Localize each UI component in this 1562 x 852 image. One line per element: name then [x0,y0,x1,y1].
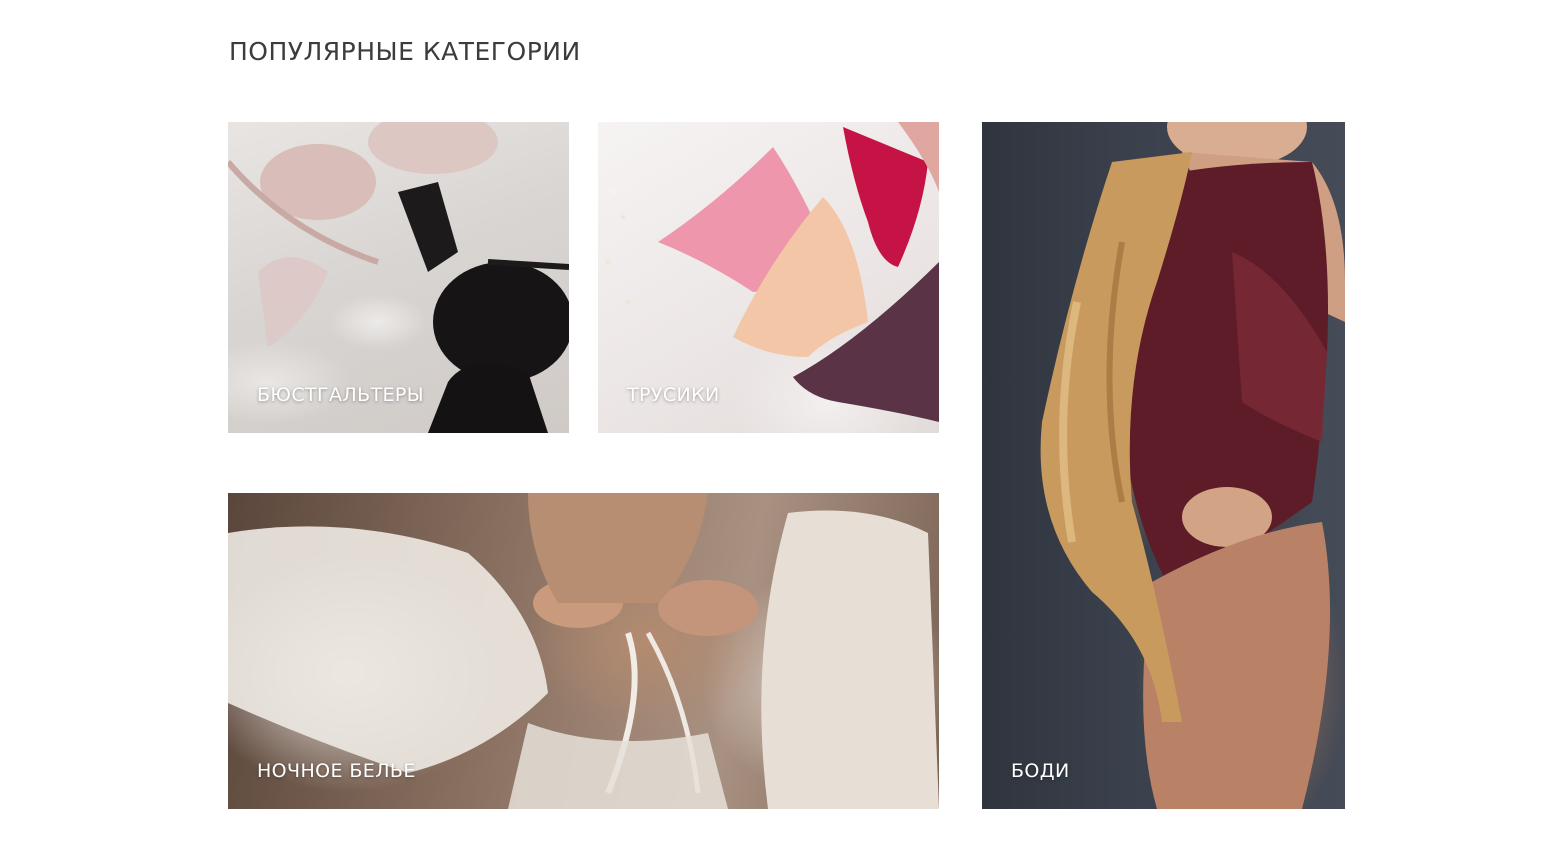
category-tile-bras[interactable]: БЮСТГАЛЬТЕРЫ [228,122,569,433]
category-label-bras: БЮСТГАЛЬТЕРЫ [257,384,424,406]
category-tile-panties[interactable]: ТРУСИКИ [598,122,939,433]
category-label-bodysuits: БОДИ [1011,760,1070,782]
category-tile-nightwear[interactable]: НОЧНОЕ БЕЛЬЕ [228,493,939,809]
section-title: ПОПУЛЯРНЫЕ КАТЕГОРИИ [229,37,581,66]
category-label-nightwear: НОЧНОЕ БЕЛЬЕ [257,760,416,782]
category-label-panties: ТРУСИКИ [627,384,720,406]
category-image-bodysuits [982,122,1345,809]
category-tile-bodysuits[interactable]: БОДИ [982,122,1345,809]
